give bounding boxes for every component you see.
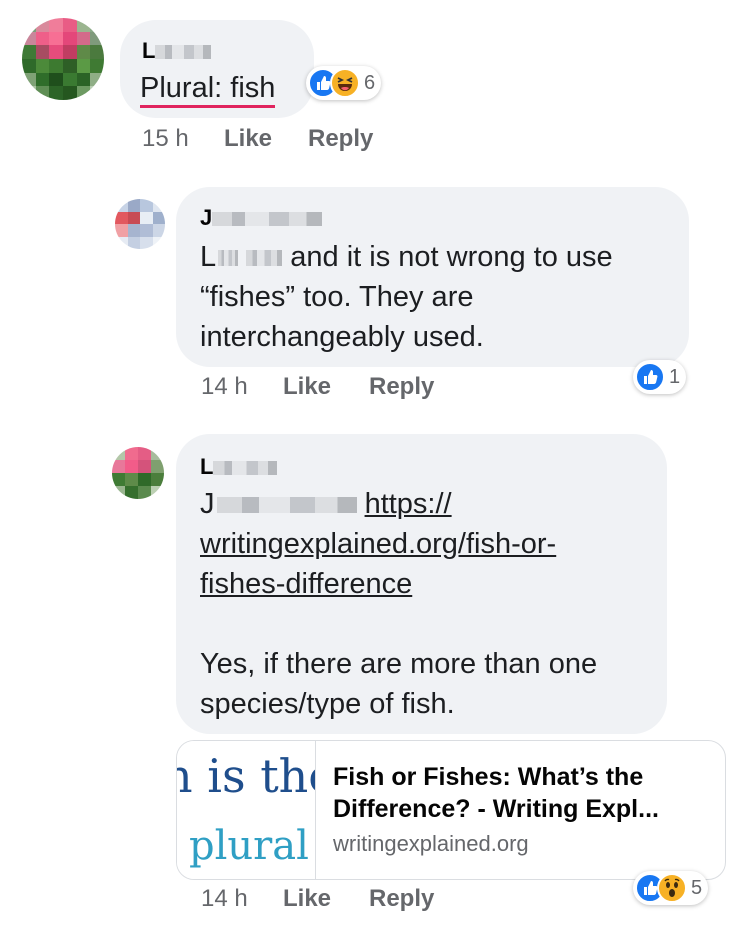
haha-reaction-icon [330, 68, 360, 98]
comment-bubble: L Plural: fish [120, 20, 314, 118]
avatar[interactable] [22, 18, 104, 100]
mention-link[interactable]: J [200, 488, 357, 520]
comment-text: L and it is not wrong to use “fishes” to… [200, 241, 613, 353]
reply-button[interactable]: Reply [308, 125, 373, 153]
like-button[interactable]: Like [283, 885, 331, 913]
like-button[interactable]: Like [224, 125, 272, 153]
blurred-name [155, 45, 212, 60]
link-preview-title[interactable]: Fish or Fishes: What’s the Difference? -… [333, 761, 713, 825]
author-initial: L [142, 38, 156, 63]
reaction-count: 5 [691, 876, 703, 899]
reaction-count: 1 [669, 365, 681, 388]
comment-time[interactable]: 14 h [201, 885, 248, 913]
like-reaction-icon [635, 362, 665, 392]
comment-time[interactable]: 15 h [142, 125, 189, 153]
reaction-summary[interactable]: 6 [306, 66, 382, 100]
comment-actions: 14 h Like Reply [199, 885, 499, 915]
author-initial: J [200, 205, 213, 230]
reply-button[interactable]: Reply [369, 373, 434, 401]
reaction-summary[interactable]: 5 [633, 871, 709, 905]
avatar[interactable] [112, 447, 164, 499]
reaction-count: 6 [364, 71, 376, 94]
comment-actions: 15 h Like Reply [140, 125, 440, 155]
wow-reaction-icon [657, 873, 687, 903]
blurred-name [212, 212, 323, 227]
url-link[interactable]: writingexplained.org/fish-or- [200, 524, 556, 564]
comment-time[interactable]: 14 h [201, 373, 248, 401]
url-link[interactable]: fishes-difference [200, 564, 412, 604]
author-initial: L [200, 454, 214, 479]
link-preview-card[interactable]: n is the plural Fish or Fishes: What’s t… [176, 740, 726, 880]
link-preview-domain: writingexplained.org [333, 831, 529, 856]
link-preview-thumbnail: n is the plural [177, 741, 316, 879]
url-link[interactable]: https:// [365, 488, 452, 520]
avatar[interactable] [115, 199, 165, 249]
blurred-name [213, 461, 278, 476]
author-name[interactable]: J [200, 205, 323, 231]
comment-bubble: J L and it is not wrong to use “fishes” … [176, 187, 689, 367]
mention-link[interactable]: L [200, 241, 283, 273]
comment-text: Plural: fish [140, 68, 276, 108]
author-name[interactable]: L [200, 454, 278, 480]
reaction-summary[interactable]: 1 [633, 360, 687, 394]
author-name[interactable]: L [142, 38, 212, 64]
comment-text: J https:// writingexplained.org/fish-or-… [200, 488, 598, 720]
reply-button[interactable]: Reply [369, 885, 434, 913]
comment-bubble: L J https:// writingexplained.org/fish-o… [176, 434, 667, 734]
like-button[interactable]: Like [283, 373, 331, 401]
comment-actions: 14 h Like Reply [199, 373, 499, 403]
